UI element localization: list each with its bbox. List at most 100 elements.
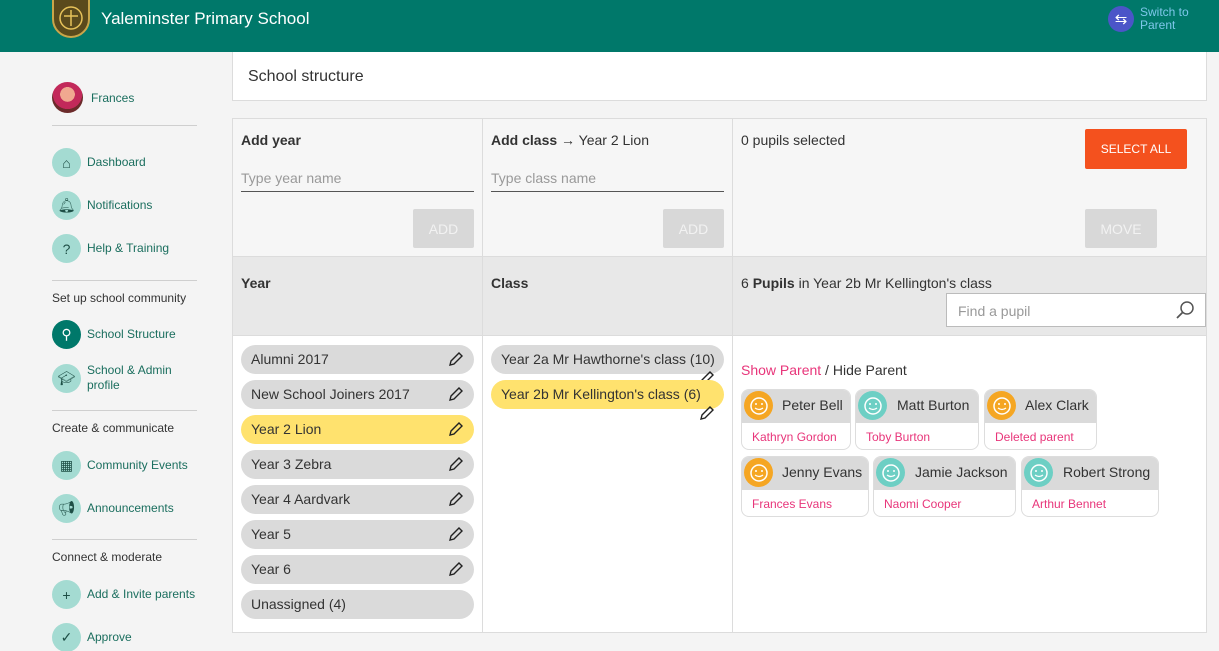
pencil-edit-icon[interactable] (448, 351, 464, 367)
year-pill[interactable]: Year 6 (241, 555, 474, 584)
year-pill-unassigned[interactable]: Unassigned (4) (241, 590, 474, 619)
switch-arrows-icon: ⇆ (1108, 6, 1134, 32)
bell-icon: 🔔︎ (52, 191, 81, 220)
search-icon (1176, 301, 1194, 319)
sidebar-item-approve[interactable]: ✓ Approve (52, 623, 132, 651)
year-name-input[interactable]: Type year name (241, 162, 474, 192)
hide-parent-link[interactable]: Hide Parent (833, 362, 907, 378)
sidebar-divider (52, 125, 197, 126)
sidebar-item-add-invite-parents[interactable]: + Add & Invite parents (52, 580, 195, 609)
sidebar-item-label: Notifications (87, 198, 153, 212)
home-icon: ⌂ (52, 148, 81, 177)
year-pill[interactable]: Alumni 2017 (241, 345, 474, 374)
year-pill-label: Year 2 Lion (251, 421, 322, 437)
sidebar-section-connect: Connect & moderate (52, 550, 163, 564)
avatar (52, 82, 83, 113)
sidebar-item-label: Approve (87, 630, 132, 644)
year-pill[interactable]: Year 3 Zebra (241, 450, 474, 479)
class-column-header: Class (491, 275, 529, 291)
year-pill-label: Year 5 (251, 526, 291, 542)
find-pupil-search[interactable]: Find a pupil (946, 293, 1206, 327)
sidebar-divider (52, 539, 197, 540)
smiley-face-icon (876, 458, 905, 487)
structure-icon: ⚲ (52, 320, 81, 349)
sidebar-divider (52, 280, 197, 281)
pupil-card[interactable]: Alex Clark Deleted parent (984, 389, 1097, 450)
sidebar-item-school-structure[interactable]: ⚲ School Structure (52, 320, 176, 349)
smiley-face-icon (1024, 458, 1053, 487)
pencil-edit-icon[interactable] (448, 456, 464, 472)
pupils-word: Pupils (752, 275, 795, 291)
sidebar-item-label: Add & Invite parents (87, 587, 196, 601)
structure-panel: Add year Type year name ADD Add class → … (232, 118, 1207, 633)
sidebar-item-help-training[interactable]: ? Help & Training (52, 234, 169, 263)
switch-to-parent-button[interactable]: ⇆ Switch to Parent (1108, 6, 1200, 32)
pupil-card[interactable]: Robert Strong Arthur Bennet (1021, 456, 1159, 517)
add-class-label: Add class (491, 132, 558, 148)
parent-name[interactable]: Toby Burton (866, 430, 930, 444)
sidebar-item-community-events[interactable]: ▦ Community Events (52, 451, 188, 480)
pencil-edit-icon[interactable] (448, 491, 464, 507)
column-divider (732, 119, 733, 632)
sidebar-item-notifications[interactable]: 🔔︎ Notifications (52, 191, 152, 220)
pupil-name: Robert Strong (1063, 464, 1151, 480)
year-pill-label: Year 3 Zebra (251, 456, 332, 472)
pupil-card[interactable]: Matt Burton Toby Burton (855, 389, 979, 450)
sidebar-item-label: Announcements (87, 501, 174, 515)
select-all-button[interactable]: SELECT ALL (1085, 129, 1187, 169)
arrow-right-icon: → (561, 132, 576, 148)
year-pill[interactable]: New School Joiners 2017 (241, 380, 474, 409)
sidebar-item-label: School Structure (87, 327, 176, 341)
pencil-edit-icon[interactable] (448, 561, 464, 577)
question-icon: ? (52, 234, 81, 263)
class-name-input[interactable]: Type class name (491, 162, 724, 192)
year-pill-label: Alumni 2017 (251, 351, 329, 367)
class-pill-label: Year 2a Mr Hawthorne's class (10) (501, 351, 715, 367)
sidebar-item-announcements[interactable]: 📢︎ Announcements (52, 494, 174, 523)
pupil-card[interactable]: Jenny Evans Frances Evans (741, 456, 869, 517)
sidebar-item-label: Community Events (87, 458, 188, 472)
parent-name[interactable]: Arthur Bennet (1032, 497, 1106, 511)
add-class-button[interactable]: ADD (663, 209, 724, 248)
add-class-heading: Add class → Year 2 Lion (491, 132, 649, 148)
megaphone-icon: 📢︎ (52, 494, 81, 523)
parent-name[interactable]: Kathryn Gordon (752, 430, 837, 444)
pencil-edit-icon[interactable] (699, 405, 715, 421)
year-pill-label: Unassigned (4) (251, 596, 346, 612)
sidebar-item-dashboard[interactable]: ⌂ Dashboard (52, 148, 146, 177)
class-pill-selected[interactable]: Year 2b Mr Kellington's class (6) (491, 380, 724, 409)
pupil-card[interactable]: Peter Bell Kathryn Gordon (741, 389, 851, 450)
parent-name[interactable]: Naomi Cooper (884, 497, 961, 511)
show-parent-link[interactable]: Show Parent (741, 362, 821, 378)
add-year-button[interactable]: ADD (413, 209, 474, 248)
column-divider (482, 119, 483, 632)
calendar-icon: ▦ (52, 451, 81, 480)
add-user-icon: + (52, 580, 81, 609)
pupils-count: 6 (741, 275, 749, 291)
parent-name[interactable]: Deleted parent (995, 430, 1074, 444)
sidebar-item-label: School & Admin profile (87, 363, 172, 392)
search-placeholder: Find a pupil (958, 303, 1031, 319)
pupils-column-header: 6 Pupils in Year 2b Mr Kellington's clas… (741, 275, 992, 291)
pupil-card[interactable]: Jamie Jackson Naomi Cooper (873, 456, 1016, 517)
pupils-selected-count: 0 pupils selected (741, 132, 846, 148)
year-pill[interactable]: Year 4 Aardvark (241, 485, 474, 514)
year-pill-label: Year 4 Aardvark (251, 491, 351, 507)
pupil-name: Jamie Jackson (915, 464, 1008, 480)
pencil-edit-icon[interactable] (448, 421, 464, 437)
parent-name[interactable]: Frances Evans (752, 497, 832, 511)
pencil-edit-icon[interactable] (448, 386, 464, 402)
move-button[interactable]: MOVE (1085, 209, 1157, 248)
pupil-name: Matt Burton (897, 397, 970, 413)
sidebar-item-label: Dashboard (87, 155, 146, 169)
pupil-name: Alex Clark (1025, 397, 1089, 413)
class-pill[interactable]: Year 2a Mr Hawthorne's class (10) (491, 345, 724, 374)
page-title: School structure (248, 68, 364, 85)
pencil-edit-icon[interactable] (448, 526, 464, 542)
year-pill-label: New School Joiners 2017 (251, 386, 410, 402)
pupil-name: Peter Bell (782, 397, 843, 413)
user-profile-link[interactable]: Frances (52, 82, 134, 113)
year-pill[interactable]: Year 5 (241, 520, 474, 549)
year-pill-selected[interactable]: Year 2 Lion (241, 415, 474, 444)
sidebar-item-school-admin-profile[interactable]: 🎓︎ School & Admin profile (52, 363, 187, 393)
